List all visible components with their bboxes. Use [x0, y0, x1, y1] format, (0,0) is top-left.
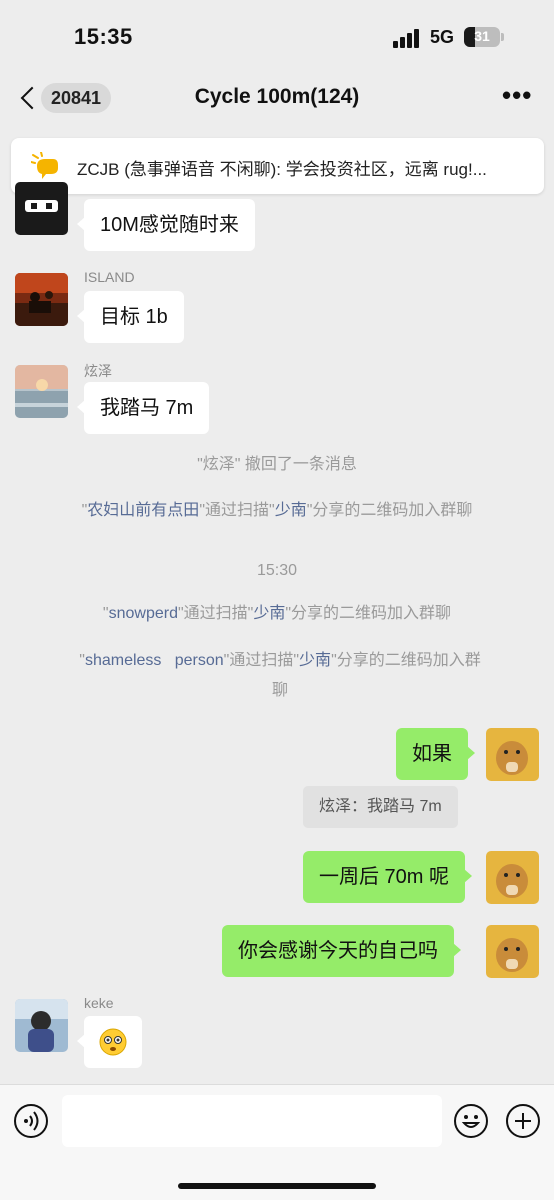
message-bubble-outgoing[interactable]: 你会感谢今天的自己吗 [222, 925, 461, 977]
plus-icon[interactable] [506, 1104, 540, 1138]
member-name-link[interactable]: 少南 [253, 605, 285, 622]
system-message: "炫泽" 撤回了一条消息 [197, 456, 357, 473]
system-message: "shameless person"通过扫描"少南"分享的二维码加入群聊 [79, 652, 481, 699]
my-avatar[interactable] [486, 728, 539, 781]
member-name-link[interactable]: snowperd [109, 605, 178, 622]
message-bubble[interactable]: 我踏马 7m [76, 382, 210, 434]
more-icon[interactable]: ••• [502, 82, 536, 108]
avatar[interactable] [15, 999, 68, 1052]
avatar[interactable] [15, 273, 68, 326]
message-bubble-outgoing[interactable]: 一周后 70m 呢 [303, 851, 473, 903]
quoted-message[interactable]: 炫泽：我踏马 7m [303, 786, 458, 828]
megaphone-icon [31, 152, 58, 179]
network-type: 5G [430, 27, 455, 47]
unread-count-badge[interactable]: 20841 [41, 83, 112, 113]
message-bubble[interactable]: 目标 1b [77, 291, 184, 343]
system-message: "snowperd"通过扫描"少南"分享的二维码加入群聊 [102, 605, 452, 622]
my-avatar[interactable] [486, 925, 539, 978]
member-name-link[interactable]: shameless person [85, 652, 224, 669]
message-input[interactable] [62, 1095, 442, 1147]
member-name-link[interactable]: 少南 [275, 502, 307, 519]
member-name-link[interactable]: 少南 [299, 652, 331, 669]
home-indicator [178, 1183, 376, 1189]
chevron-left-icon[interactable] [14, 80, 42, 116]
battery-tip [501, 33, 504, 41]
sender-name: keke [84, 995, 114, 1011]
battery-level: 31 [474, 28, 490, 44]
avatar[interactable] [15, 365, 68, 418]
message-bubble-outgoing[interactable]: 如果 [396, 728, 475, 780]
chat-title: Cycle 100m(124) [194, 85, 360, 108]
sender-name: ISLAND [84, 269, 135, 285]
cellular-signal-icon [393, 28, 423, 48]
pinned-text: ZCJB (急事弹语音 不闲聊): 学会投资社区，远离 rug!... [77, 160, 487, 179]
time-divider: 15:30 [256, 562, 298, 579]
flushed-face-emoji [99, 1028, 127, 1056]
sender-name: 炫泽 [84, 363, 112, 379]
avatar[interactable] [15, 182, 68, 235]
battery-icon: 31 [464, 27, 500, 47]
pinned-announcement[interactable]: ZCJB (急事弹语音 不闲聊): 学会投资社区，远离 rug!... [11, 138, 544, 194]
smiley-icon[interactable] [454, 1104, 488, 1138]
status-bar: 15:35 5G 31 [0, 0, 554, 70]
message-bubble[interactable]: 10M感觉随时来 [77, 199, 255, 251]
system-message: "农妇山前有点田"通过扫描"少南"分享的二维码加入群聊 [81, 502, 473, 519]
member-name-link[interactable]: 农妇山前有点田 [87, 502, 199, 519]
my-avatar[interactable] [486, 851, 539, 904]
chat-header: 20841 Cycle 100m(124) ••• [0, 70, 554, 128]
voice-icon[interactable] [14, 1104, 48, 1138]
status-time: 15:35 [74, 24, 133, 49]
